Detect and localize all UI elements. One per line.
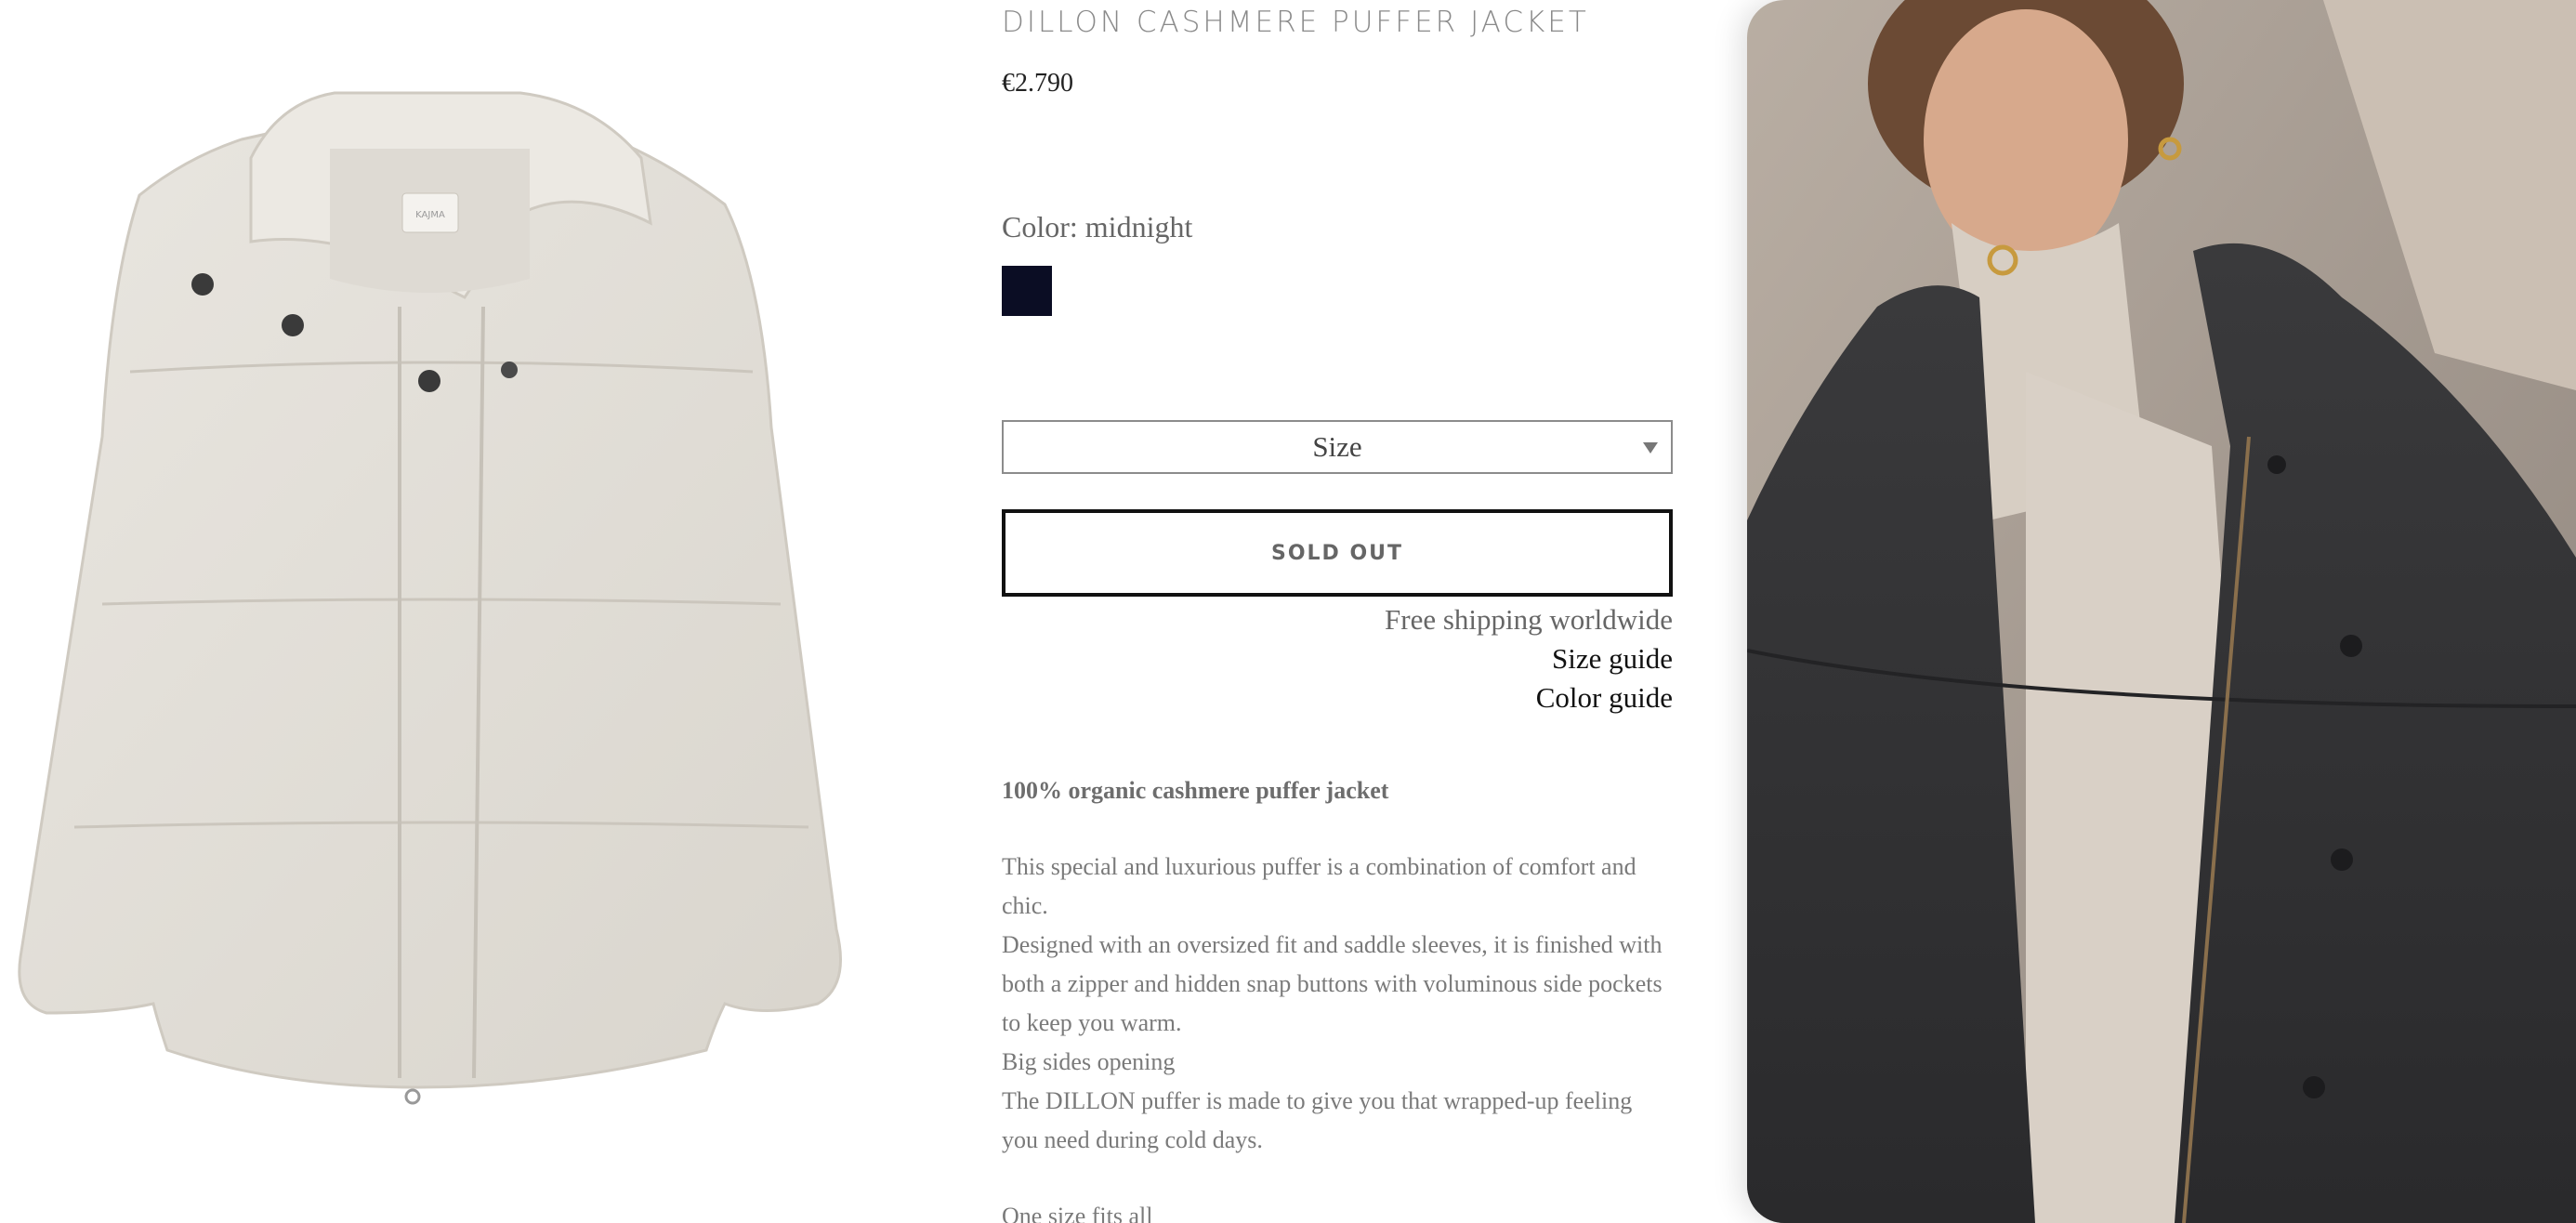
jacket-label: KAJMA (415, 210, 445, 220)
color-guide-link[interactable]: Color guide (1002, 678, 1673, 717)
size-guide-link[interactable]: Size guide (1002, 639, 1673, 678)
description-headline: 100% organic cashmere puffer jacket (1002, 777, 1389, 804)
product-description: 100% organic cashmere puffer jacket This… (1002, 771, 1673, 1223)
description-line: The DILLON puffer is made to give you th… (1002, 1087, 1633, 1153)
description-line: Designed with an oversized fit and saddl… (1002, 931, 1663, 1036)
product-image[interactable]: KAJMA (0, 0, 892, 1223)
free-shipping-text: Free shipping worldwide (1385, 603, 1673, 636)
size-select[interactable]: Size (1002, 420, 1673, 474)
product-page: KAJMA DILLON CASHMERE PUFFER JACKET €2.7… (0, 0, 2576, 1223)
color-label: Color: midnight (1002, 210, 1193, 243)
puffer-jacket-image: KAJMA (18, 91, 842, 1105)
fit-note: One size fits all (1002, 1203, 1153, 1223)
chevron-down-icon (1643, 442, 1658, 454)
product-price: €2.790 (1002, 69, 1073, 98)
color-swatch-midnight[interactable] (1002, 266, 1052, 316)
sold-out-button[interactable]: SOLD OUT (1002, 509, 1673, 597)
description-line: This special and luxurious puffer is a c… (1002, 853, 1636, 919)
size-select-label: Size (1312, 430, 1362, 463)
model-photo[interactable] (1747, 0, 2576, 1223)
description-line: Big sides opening (1002, 1048, 1176, 1075)
model-photo-image (1747, 0, 2576, 1223)
product-title: DILLON CASHMERE PUFFER JACKET (1002, 6, 1589, 39)
product-links: Free shipping worldwide Size guide Color… (1002, 600, 1673, 717)
